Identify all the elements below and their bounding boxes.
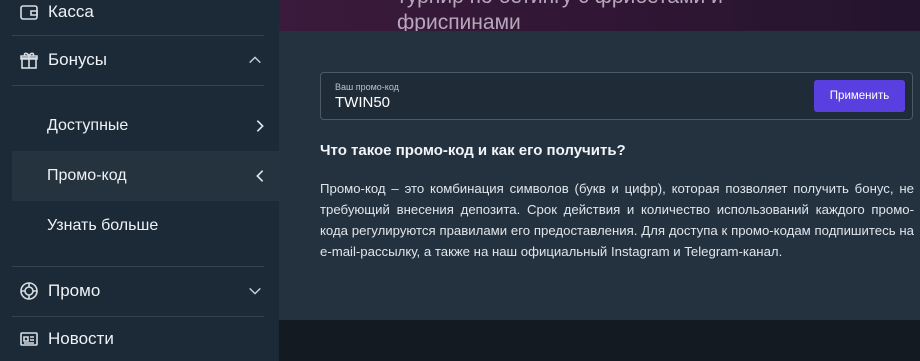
globe-icon xyxy=(18,280,40,302)
divider xyxy=(12,266,264,267)
sidebar-item-label: Промо xyxy=(48,281,101,300)
sidebar-item-news[interactable]: Новости xyxy=(12,325,264,353)
promo-code-input[interactable] xyxy=(335,92,775,112)
tournament-banner[interactable]: турнир по бетингу с фрибетами и фриспина… xyxy=(279,0,920,31)
sidebar-item-label: Новости xyxy=(48,329,114,348)
sidebar-subitem-label: Узнать больше xyxy=(47,217,159,234)
sidebar-item-label: Касса xyxy=(48,2,94,21)
promo-code-form: Ваш промо-код Применить xyxy=(320,72,913,120)
banner-title-line: фриспинами xyxy=(397,11,521,31)
banner-title-line: турнир по бетингу с фрибетами и xyxy=(397,0,723,10)
sidebar-subitem-learn-more[interactable]: Узнать больше xyxy=(12,201,279,251)
footer-bar xyxy=(279,320,920,361)
sidebar-subitem-promo-code[interactable]: Промо-код xyxy=(12,151,279,201)
apply-button[interactable]: Применить xyxy=(814,80,905,112)
gift-icon xyxy=(18,49,40,71)
banner-title: турнир по бетингу с фрибетами и фриспина… xyxy=(397,0,723,31)
chevron-down-icon[interactable] xyxy=(246,282,264,300)
sidebar-item-promo[interactable]: Промо xyxy=(12,277,264,305)
promo-code-label: Ваш промо-код xyxy=(335,82,399,92)
chevron-right-icon xyxy=(251,117,269,135)
sidebar-subitem-label: Промо-код xyxy=(47,167,127,184)
sidebar-item-bonuses[interactable]: Бонусы xyxy=(12,46,264,74)
chevron-up-icon[interactable] xyxy=(246,51,264,69)
faq-title: Что такое промо-код и как его получить? xyxy=(320,142,626,159)
divider xyxy=(12,85,264,86)
sidebar-item-cashier[interactable]: Касса xyxy=(12,0,264,26)
sidebar-subitem-label: Доступные xyxy=(47,117,129,134)
sidebar-subitem-available[interactable]: Доступные xyxy=(12,101,279,151)
news-icon xyxy=(18,328,40,350)
chevron-left-icon xyxy=(251,167,269,185)
sidebar-item-label: Бонусы xyxy=(48,50,108,69)
wallet-icon xyxy=(18,1,40,23)
sidebar: Касса Бонусы Доступные Промо-код Узнать … xyxy=(0,0,279,361)
divider xyxy=(12,35,264,36)
faq-body: Промо-код – это комбинация символов (бук… xyxy=(320,181,914,259)
divider xyxy=(12,316,264,317)
